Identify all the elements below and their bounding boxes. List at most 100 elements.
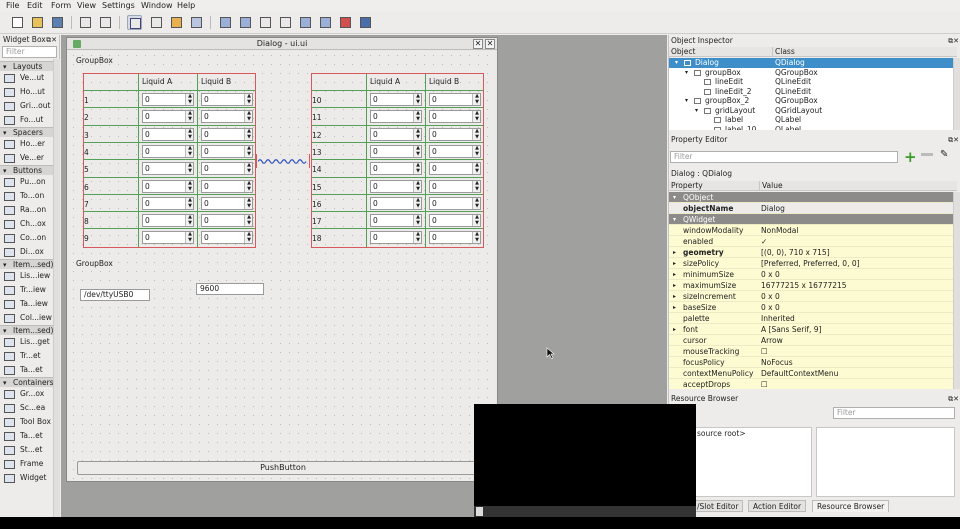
liquid-a-spinbox[interactable]: 0 ▲ ▼ [142, 110, 194, 124]
spin-down-icon[interactable]: ▼ [416, 169, 420, 174]
widget-category[interactable]: Item...sed) [0, 259, 59, 270]
dock-float-icon[interactable]: ⧉✕ [948, 36, 959, 46]
menu-file[interactable]: File [6, 1, 19, 10]
property-row[interactable]: windowModality NonModal [669, 225, 957, 236]
property-group[interactable]: ▾ QObject [669, 192, 957, 203]
expand-arrow-icon[interactable]: ▾ [685, 96, 688, 106]
widget-item[interactable]: Co...on [0, 231, 59, 245]
spin-down-icon[interactable]: ▼ [188, 169, 192, 174]
expand-arrow-icon[interactable]: ▾ [675, 58, 678, 68]
spin-down-icon[interactable]: ▼ [416, 238, 420, 243]
tab-signal-slot-editor[interactable]: /Slot Editor [692, 500, 744, 512]
overlay-scrollbar[interactable] [474, 506, 696, 517]
property-value[interactable]: NoFocus [761, 357, 793, 368]
property-scrollbar[interactable] [953, 192, 960, 389]
spin-up-icon[interactable]: ▲ [416, 180, 420, 186]
liquid-a-spinbox[interactable]: 0 ▲ ▼ [142, 231, 194, 245]
menu-edit[interactable]: Edit [27, 1, 43, 10]
add-property-icon[interactable]: + [904, 148, 917, 166]
spin-down-icon[interactable]: ▼ [247, 151, 251, 157]
spin-down-icon[interactable]: ▼ [475, 134, 479, 140]
expand-arrow-icon[interactable]: ▾ [673, 214, 676, 225]
spin-down-icon[interactable]: ▼ [247, 134, 251, 140]
grid-layout-left[interactable]: Liquid A Liquid B 1 0 ▲ ▼ 0 ▲ ▼ 2 0 ▲ ▼ 0 ▲ ▼ 3 0 ▲ ▼ 0 ▲ ▼ 4 0 ▲… [83, 73, 256, 248]
widget-item[interactable]: Col...iew [0, 311, 59, 325]
widget-item[interactable]: Tool Box [0, 415, 59, 429]
new-file-icon[interactable] [10, 15, 25, 30]
layout-splitter-v-icon[interactable] [278, 15, 293, 30]
resource-list[interactable] [816, 427, 955, 497]
property-group[interactable]: ▾ QWidget [669, 214, 957, 225]
expand-arrow-icon[interactable]: ▸ [673, 269, 676, 280]
liquid-a-spinbox[interactable]: 0 ▲ ▼ [142, 93, 194, 106]
spin-up-icon[interactable]: ▲ [475, 180, 479, 186]
widget-filter-input[interactable]: Filter [2, 46, 57, 58]
spin-down-icon[interactable]: ▼ [416, 186, 420, 192]
expand-arrow-icon[interactable]: ▾ [685, 68, 688, 78]
spin-up-icon[interactable]: ▲ [247, 180, 251, 186]
copy-icon[interactable] [78, 15, 93, 30]
paste-icon[interactable] [98, 15, 113, 30]
spin-up-icon[interactable]: ▲ [416, 128, 420, 134]
edit-buddies-icon[interactable] [169, 15, 184, 30]
liquid-a-spinbox[interactable]: 0 ▲ ▼ [370, 127, 422, 141]
expand-arrow-icon[interactable]: ▾ [695, 106, 698, 116]
spin-down-icon[interactable]: ▼ [188, 221, 192, 226]
widget-item[interactable]: Ra...on [0, 203, 59, 217]
object-tree-row[interactable]: ▾ gridLayout QGridLayout [669, 106, 957, 116]
liquid-b-spinbox[interactable]: 0 ▲ ▼ [201, 127, 253, 141]
overlay-window[interactable] [474, 404, 696, 517]
spin-down-icon[interactable]: ▼ [247, 100, 251, 105]
widget-item[interactable]: Pu...on [0, 175, 59, 189]
widget-item[interactable]: Ta...iew [0, 297, 59, 311]
spin-down-icon[interactable]: ▼ [475, 186, 479, 192]
property-value[interactable]: Dialog [761, 203, 785, 214]
horizontal-spacer[interactable] [258, 158, 309, 165]
widget-item[interactable]: Di...ox [0, 245, 59, 259]
remove-property-icon[interactable] [921, 153, 933, 156]
object-tree-row[interactable]: ▾ groupBox QGroupBox [669, 68, 957, 78]
liquid-b-spinbox[interactable]: 0 ▲ ▼ [429, 110, 481, 124]
property-value[interactable]: A [Sans Serif, 9] [761, 324, 822, 335]
layout-vertical-icon[interactable] [238, 15, 253, 30]
spin-down-icon[interactable]: ▼ [247, 203, 251, 209]
liquid-b-spinbox[interactable]: 0 ▲ ▼ [429, 231, 481, 245]
property-value[interactable]: 16777215 x 16777215 [761, 280, 847, 291]
dock-float-icon[interactable]: ⧉✕ [948, 394, 959, 404]
push-button[interactable]: PushButton [77, 461, 489, 475]
liquid-b-spinbox[interactable]: 0 ▲ ▼ [201, 231, 253, 245]
object-tree-row[interactable]: lineEdit QLineEdit [669, 77, 957, 87]
liquid-b-spinbox[interactable]: 0 ▲ ▼ [201, 214, 253, 228]
property-row[interactable]: ▸ font A [Sans Serif, 9] [669, 324, 957, 335]
spin-up-icon[interactable]: ▲ [188, 180, 192, 186]
widget-item[interactable]: Ta...et [0, 429, 59, 443]
menu-window[interactable]: Window [141, 1, 173, 10]
close-icon[interactable]: ✕ [485, 39, 495, 49]
baud-line-edit[interactable]: 9600 [196, 283, 264, 295]
property-row[interactable]: ▸ baseSize 0 x 0 [669, 302, 957, 313]
edit-tab-order-icon[interactable] [189, 15, 204, 30]
expand-arrow-icon[interactable]: ▸ [673, 291, 676, 302]
liquid-b-spinbox[interactable]: 0 ▲ ▼ [201, 179, 253, 193]
property-value[interactable]: ☐ [761, 346, 768, 357]
property-row[interactable]: ▸ sizePolicy [Preferred, Preferred, 0, 0] [669, 258, 957, 269]
spin-down-icon[interactable]: ▼ [416, 203, 420, 209]
spin-down-icon[interactable]: ▼ [416, 100, 420, 105]
spin-down-icon[interactable]: ▼ [475, 117, 479, 122]
expand-arrow-icon[interactable]: ▸ [673, 302, 676, 313]
spin-down-icon[interactable]: ▼ [188, 134, 192, 140]
object-tree-row[interactable]: label_10 QLabel [669, 125, 957, 130]
resource-filter-input[interactable]: Filter [833, 407, 955, 419]
widget-item[interactable]: Lis...iew [0, 269, 59, 283]
property-row[interactable]: focusPolicy NoFocus [669, 357, 957, 368]
form-window[interactable]: Dialog - ui.ui ✕ ✕ GroupBox Liquid A Liqu… [66, 37, 498, 482]
spin-down-icon[interactable]: ▼ [475, 100, 479, 105]
property-value[interactable]: [Preferred, Preferred, 0, 0] [761, 258, 860, 269]
object-tree[interactable]: ▾ Dialog QDialog ▾ groupBox QGroupBox lineEdit… [669, 58, 957, 130]
layout-splitter-h-icon[interactable] [258, 15, 273, 30]
widget-item[interactable]: Tr...et [0, 349, 59, 363]
spin-down-icon[interactable]: ▼ [247, 221, 251, 226]
minimize-icon[interactable]: ✕ [473, 39, 483, 49]
menu-form[interactable]: Form [51, 1, 71, 10]
spin-down-icon[interactable]: ▼ [188, 151, 192, 157]
